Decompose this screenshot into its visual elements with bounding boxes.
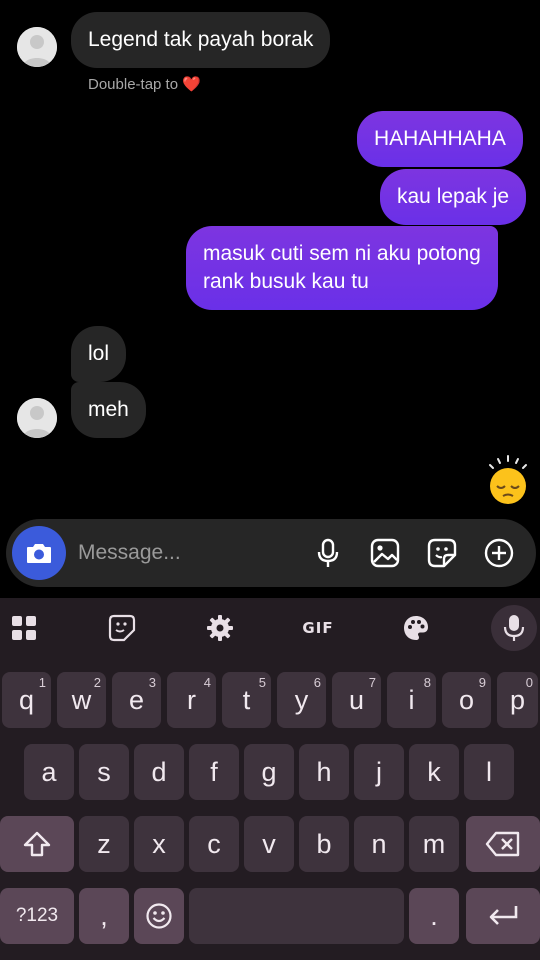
camera-icon [27,544,51,563]
space-key[interactable] [189,888,404,944]
emoji-key[interactable] [134,888,184,944]
key-b[interactable]: b [299,816,349,872]
sticker-icon[interactable] [100,610,144,646]
soft-keyboard: GIF q1 w2 e3 r4 t5 y6 u7 i8 o9 p0 a s d … [0,598,540,960]
settings-icon[interactable] [198,610,242,646]
comma-key[interactable]: , [79,888,129,944]
message-text: meh [88,398,129,421]
key-o[interactable]: o9 [442,672,491,728]
heart-icon: ❤️ [182,76,201,93]
message-bubble-incoming[interactable]: lol [71,326,127,382]
period-key[interactable]: . [409,888,459,944]
message-text: masuk cuti sem ni aku potong [203,242,481,265]
key-n[interactable]: n [354,816,404,872]
key-z[interactable]: z [79,816,129,872]
chat-thread: Legend tak payah borak Double-tap to ❤️ … [0,0,540,515]
microphone-icon[interactable] [312,537,344,569]
enter-icon [489,906,518,925]
image-icon[interactable] [369,537,401,569]
key-q[interactable]: q1 [2,672,51,728]
key-e[interactable]: e3 [112,672,161,728]
message-bubble-incoming[interactable]: Legend tak payah borak [71,12,331,68]
key-i[interactable]: i8 [387,672,436,728]
gif-icon[interactable]: GIF [296,610,340,646]
key-l[interactable]: l [464,744,514,800]
key-u[interactable]: u7 [332,672,381,728]
mic-icon[interactable] [491,605,537,651]
message-text: kau lepak je [397,185,510,208]
camera-button[interactable] [12,526,66,580]
key-g[interactable]: g [244,744,294,800]
key-y[interactable]: y6 [277,672,326,728]
double-tap-hint: Double-tap to ❤️ [88,76,201,93]
contact-avatar[interactable] [17,398,57,438]
message-input[interactable] [78,539,298,567]
message-composer [6,519,536,587]
message-bubble-outgoing[interactable]: HAHAHHAHA [357,111,523,167]
sticker-icon[interactable] [426,537,458,569]
backspace-icon [485,831,520,857]
shift-key[interactable] [0,816,74,872]
message-bubble-incoming[interactable]: meh [71,382,146,438]
key-k[interactable]: k [409,744,459,800]
key-a[interactable]: a [24,744,74,800]
enter-key[interactable] [466,888,540,944]
key-d[interactable]: d [134,744,184,800]
message-bubble-outgoing[interactable]: masuk cuti sem ni aku potong rank busuk … [186,226,498,310]
key-f[interactable]: f [189,744,239,800]
key-p[interactable]: p0 [497,672,538,728]
key-w[interactable]: w2 [57,672,106,728]
plus-circle-icon[interactable] [483,537,515,569]
avatar-placeholder-icon [17,27,57,67]
key-s[interactable]: s [79,744,129,800]
contact-avatar[interactable] [17,27,57,67]
message-text: rank busuk kau tu [203,270,369,293]
message-bubble-outgoing[interactable]: kau lepak je [380,169,527,225]
message-text: HAHAHHAHA [374,127,506,150]
sleepy-sun-emoji[interactable] [484,455,532,505]
key-m[interactable]: m [409,816,459,872]
shift-icon [23,831,51,857]
key-r[interactable]: r4 [167,672,216,728]
message-text: Legend tak payah borak [88,28,314,51]
emoji-icon [146,903,172,929]
key-t[interactable]: t5 [222,672,271,728]
apps-grid-icon[interactable] [2,610,46,646]
key-x[interactable]: x [134,816,184,872]
symbols-key[interactable]: ?123 [0,888,74,944]
palette-icon[interactable] [394,610,438,646]
backspace-key[interactable] [466,816,540,872]
key-j[interactable]: j [354,744,404,800]
key-h[interactable]: h [299,744,349,800]
key-v[interactable]: v [244,816,294,872]
key-c[interactable]: c [189,816,239,872]
avatar-placeholder-icon [17,398,57,438]
message-text: lol [88,342,110,365]
